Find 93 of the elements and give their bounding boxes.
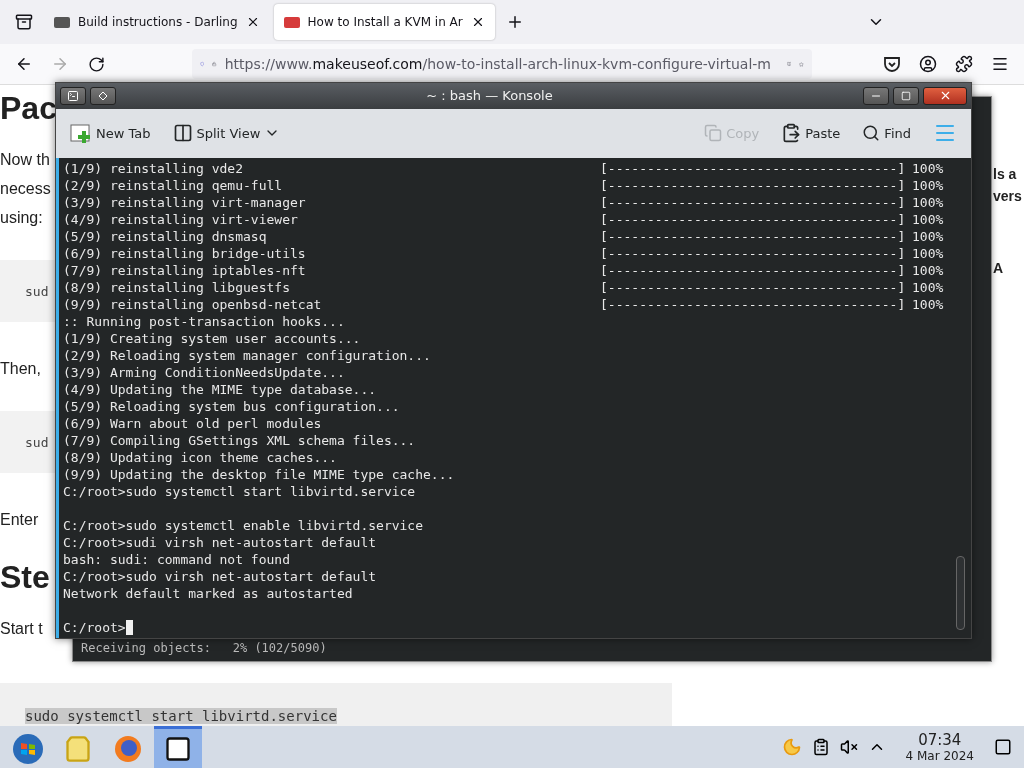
find-button[interactable]: Find (858, 120, 915, 147)
terminal-line: (4/9) Updating the MIME type database... (63, 382, 377, 397)
paragraph-text: using: (0, 209, 43, 226)
percent-text: 100% (912, 262, 945, 279)
globe-icon (113, 733, 143, 764)
paragraph-text: Then, (0, 360, 41, 377)
terminal-line: (1/9) reinstalling vde2 (63, 160, 244, 177)
maximize-icon (901, 90, 911, 101)
percent-text: 100% (912, 296, 945, 313)
paragraph-text: Now th (0, 151, 50, 168)
terminal-line: (8/9) reinstalling libguestfs (63, 279, 291, 296)
progress-bar-text: [-------------------------------------] (600, 211, 907, 228)
progress-bar-text: [-------------------------------------] (600, 228, 907, 245)
progress-bar-text: [-------------------------------------] (600, 177, 907, 194)
progress-bar-text: [-------------------------------------] (600, 245, 907, 262)
minimize-button[interactable] (863, 86, 889, 105)
clipboard-icon[interactable] (811, 738, 830, 756)
terminal-line: C:/root>sudo systemctl start libvirtd.service (63, 484, 416, 499)
menu-icon (991, 55, 1009, 73)
terminal-line: (5/9) reinstalling dnsmasq (63, 228, 268, 245)
paste-icon (781, 123, 802, 144)
progress-bar-text: [-------------------------------------] (600, 160, 907, 177)
url-field[interactable]: https://www.makeuseof.com/how-to-install-arch-linux-kvm-configure-virtual-m (192, 49, 812, 79)
close-button[interactable] (923, 86, 967, 105)
terminal-line: (5/9) Reloading system bus configuration... (63, 399, 400, 414)
window-menu-button[interactable] (60, 86, 86, 105)
cursor (125, 620, 133, 635)
percent-text: 100% (912, 160, 945, 177)
terminal-line: (4/9) reinstalling virt-viewer (63, 211, 299, 228)
user-icon (919, 55, 937, 73)
terminal-line: (1/9) Creating system user accounts... (63, 331, 361, 346)
terminal-line: C:/root>sudo systemctl enable libvirtd.service (63, 518, 424, 533)
sidebar-text: A (993, 259, 1005, 278)
split-button[interactable]: Split View (168, 119, 285, 148)
terminal-line: (9/9) reinstalling openbsd-netcat (63, 296, 323, 313)
copy-icon (704, 124, 723, 143)
split-view-icon (172, 123, 193, 144)
terminal-line: (2/9) Reloading system manager configuration... (63, 348, 431, 363)
terminal-icon (164, 734, 192, 763)
new-tab-button[interactable]: New Tab (66, 118, 155, 149)
paragraph-text: Start t (0, 620, 43, 637)
percent-text: 100% (912, 228, 945, 245)
paragraph-text: necess (0, 180, 51, 197)
browser-tab[interactable]: Build instructions - Darling (44, 4, 270, 40)
progress-bar-text: [-------------------------------------] (600, 194, 907, 211)
search-icon (862, 124, 881, 143)
new-tab-icon (70, 122, 92, 145)
terminal-line: (3/9) Arming ConditionNeedsUpdate... (63, 365, 345, 380)
sidebar-text: vers (993, 187, 1023, 206)
terminal-line: (8/9) Updating icon theme caches... (63, 450, 337, 465)
status-text: Receiving objects: 2% (102/5090) (81, 641, 327, 655)
percent-text: 100% (912, 245, 945, 262)
percent-text: 100% (912, 279, 945, 296)
code-text: sudo systemctl start libvirtd.service (25, 708, 337, 724)
reload-icon (87, 55, 105, 73)
percent-text: 100% (912, 211, 945, 228)
pocket-icon (883, 55, 901, 73)
puzzle-icon (955, 55, 973, 73)
heading: Pac (0, 90, 57, 126)
pin-button[interactable] (90, 86, 116, 105)
terminal-line: (2/9) reinstalling qemu-full (63, 177, 284, 194)
terminal-line: (7/9) reinstalling iptables-nft (63, 262, 307, 279)
percent-text: 100% (912, 194, 945, 211)
window-title: ~ : bash — Konsole (425, 88, 554, 104)
prompt-text: C:/root> (63, 620, 126, 635)
terminal-line: bash: sudi: command not found (63, 552, 290, 567)
terminal-line: C:/root>sudi virsh net-autostart default (63, 535, 377, 550)
muted-speaker-icon[interactable] (839, 738, 858, 756)
terminal-line: (3/9) reinstalling virt-manager (63, 194, 307, 211)
terminal-line: (7/9) Compiling GSettings XML schema files... (63, 433, 416, 448)
terminal-line: C:/root>sudo virsh net-autostart default (63, 569, 377, 584)
taskbar-app[interactable] (154, 726, 202, 768)
show-desktop-icon[interactable] (994, 738, 1012, 756)
paste-button[interactable]: Paste (777, 119, 845, 148)
archive-icon (15, 13, 33, 31)
maximize-button[interactable] (893, 86, 919, 105)
scrollbar[interactable] (956, 556, 965, 630)
paragraph-text: Enter (0, 511, 39, 528)
diamond-icon (98, 90, 108, 101)
favicon-icon (283, 16, 300, 28)
terminal-icon (67, 89, 79, 102)
terminal-line: (6/9) reinstalling bridge-utils (63, 245, 307, 262)
heading: Ste (0, 559, 50, 595)
bag-icon (64, 734, 92, 763)
arrow-right-icon (51, 55, 69, 73)
terminal-line: (6/9) Warn about old perl modules (63, 416, 322, 431)
start-orb-icon (12, 732, 44, 765)
browser-tab[interactable]: How to Install a KVM in Ar (273, 4, 495, 40)
clock[interactable]: 07:34 4 Mar 2024 (905, 731, 974, 763)
favicon-icon (54, 16, 70, 28)
terminal-line: Network default marked as autostarted (63, 586, 353, 601)
percent-text: 100% (912, 177, 945, 194)
sidebar-text: ls a (993, 165, 1018, 184)
